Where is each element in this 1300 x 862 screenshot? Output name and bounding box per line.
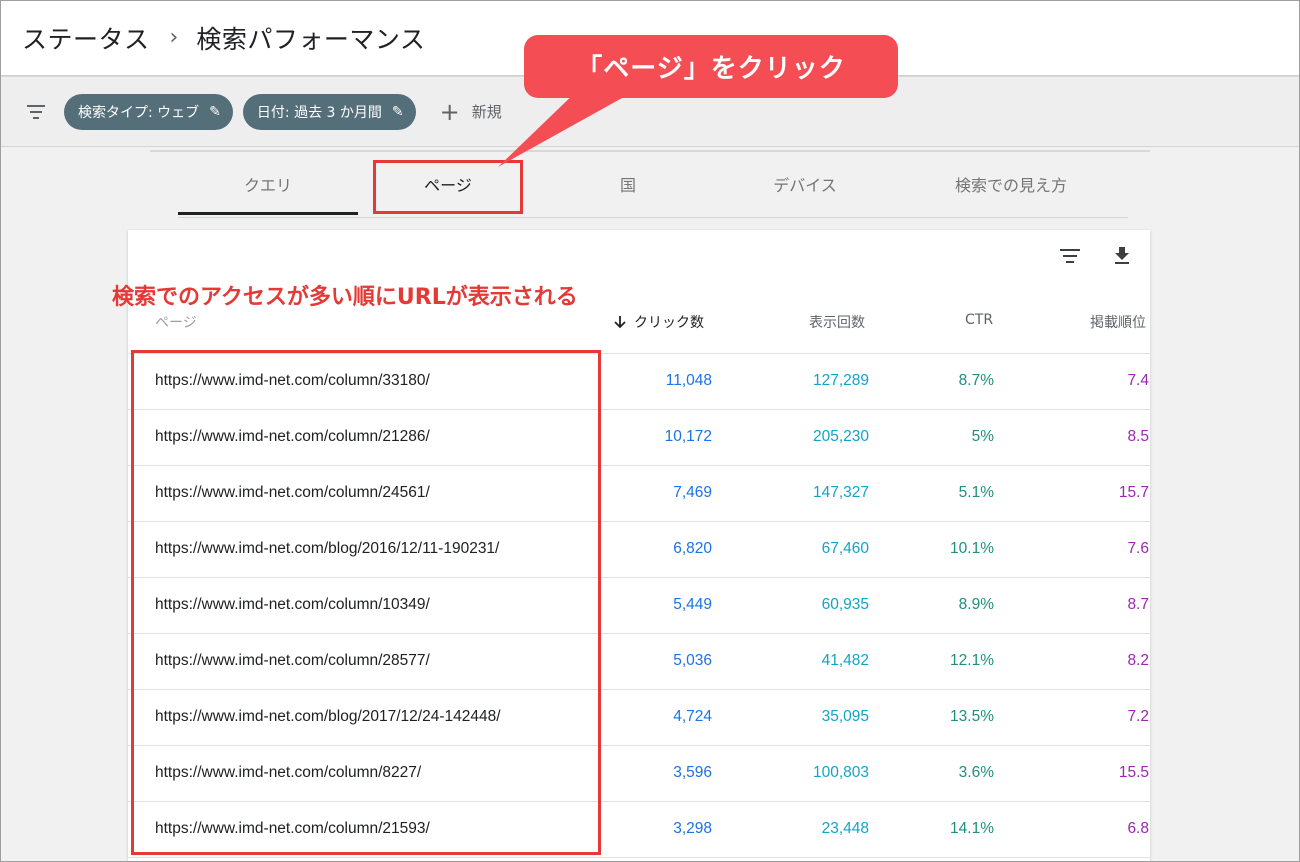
row-ctr: 8.9% <box>958 596 994 613</box>
highlight-box-pages-tab <box>373 160 523 214</box>
pencil-icon[interactable]: ✎ <box>392 104 404 120</box>
row-ctr: 12.1% <box>950 652 994 669</box>
callout-click-pages: 「ページ」をクリック <box>524 35 898 98</box>
row-impressions: 41,482 <box>821 652 869 669</box>
row-clicks: 5,449 <box>673 596 712 613</box>
row-ctr: 5.1% <box>958 484 994 501</box>
tab-label: 国 <box>619 176 636 195</box>
row-impressions: 67,460 <box>821 540 869 557</box>
tab-search-appearance[interactable]: 検索での見え方 <box>913 150 1109 218</box>
highlight-box-urls <box>131 350 601 855</box>
date-chip[interactable]: 日付: 過去 3 か月間 ✎ <box>242 93 416 130</box>
row-ctr: 14.1% <box>950 820 994 837</box>
column-header-impressions[interactable]: 表示回数 <box>809 312 865 332</box>
new-filter-label: 新規 <box>471 103 502 121</box>
download-icon[interactable] <box>1110 244 1134 268</box>
row-clicks: 7,469 <box>673 484 712 501</box>
row-impressions: 127,289 <box>812 372 869 389</box>
row-position: 8.7 <box>1127 596 1149 613</box>
row-position: 7.4 <box>1127 372 1149 389</box>
row-position: 8.2 <box>1127 652 1149 669</box>
column-header-clicks-label: クリック数 <box>634 315 704 331</box>
row-clicks: 10,172 <box>664 428 712 445</box>
row-position: 6.8 <box>1127 820 1149 837</box>
dimension-tabs: クエリ ページ 国 デバイス 検索での見え方 <box>178 150 1128 218</box>
row-impressions: 23,448 <box>821 820 869 837</box>
breadcrumb-status[interactable]: ステータス <box>22 20 150 56</box>
annotation-note: 検索でのアクセスが多い順にURLが表示される <box>112 285 578 310</box>
tab-country[interactable]: 国 <box>538 150 718 218</box>
tab-label: クエリ <box>243 176 292 195</box>
pencil-icon[interactable]: ✎ <box>209 104 221 120</box>
column-header-ctr[interactable]: CTR <box>965 312 993 328</box>
row-clicks: 11,048 <box>665 372 712 389</box>
row-ctr: 8.7% <box>958 372 994 389</box>
row-clicks: 3,596 <box>673 764 712 781</box>
active-tab-indicator <box>178 212 358 215</box>
filter-icon[interactable] <box>24 100 48 124</box>
table-toolbar <box>1058 244 1134 268</box>
plus-icon: + <box>439 97 460 126</box>
row-ctr: 5% <box>971 428 994 445</box>
row-position: 15.5 <box>1118 764 1149 781</box>
arrow-down-icon <box>614 316 626 329</box>
row-clicks: 6,820 <box>673 540 712 557</box>
new-filter-button[interactable]: + 新規 <box>440 98 502 126</box>
breadcrumb-separator-icon: › <box>169 25 179 50</box>
row-impressions: 60,935 <box>821 596 869 613</box>
search-type-chip[interactable]: 検索タイプ: ウェブ ✎ <box>64 93 233 130</box>
column-header-page[interactable]: ページ <box>155 312 197 332</box>
row-position: 7.6 <box>1127 540 1149 557</box>
row-position: 7.2 <box>1127 708 1149 725</box>
tab-label: デバイス <box>773 176 837 195</box>
chip-label: 検索タイプ: ウェブ <box>78 104 200 121</box>
row-clicks: 3,298 <box>673 820 712 837</box>
row-ctr: 10.1% <box>950 540 994 557</box>
column-header-clicks[interactable]: クリック数 <box>612 312 704 332</box>
row-ctr: 3.6% <box>958 764 994 781</box>
row-clicks: 4,724 <box>673 708 712 725</box>
row-clicks: 5,036 <box>673 652 712 669</box>
page-title: 検索パフォーマンス <box>196 24 426 54</box>
tab-device[interactable]: デバイス <box>715 150 895 218</box>
row-impressions: 147,327 <box>812 484 869 501</box>
row-impressions: 205,230 <box>812 428 869 445</box>
filter-rows-icon[interactable] <box>1058 244 1082 268</box>
row-position: 8.5 <box>1127 428 1149 445</box>
row-impressions: 35,095 <box>821 708 869 725</box>
tab-label: 検索での見え方 <box>954 176 1067 195</box>
row-position: 15.7 <box>1118 484 1149 501</box>
tab-query[interactable]: クエリ <box>178 150 358 218</box>
row-ctr: 13.5% <box>950 708 994 725</box>
chip-label: 日付: 過去 3 か月間 <box>256 104 382 121</box>
column-header-position[interactable]: 掲載順位 <box>1090 312 1146 332</box>
row-impressions: 100,803 <box>812 764 869 781</box>
